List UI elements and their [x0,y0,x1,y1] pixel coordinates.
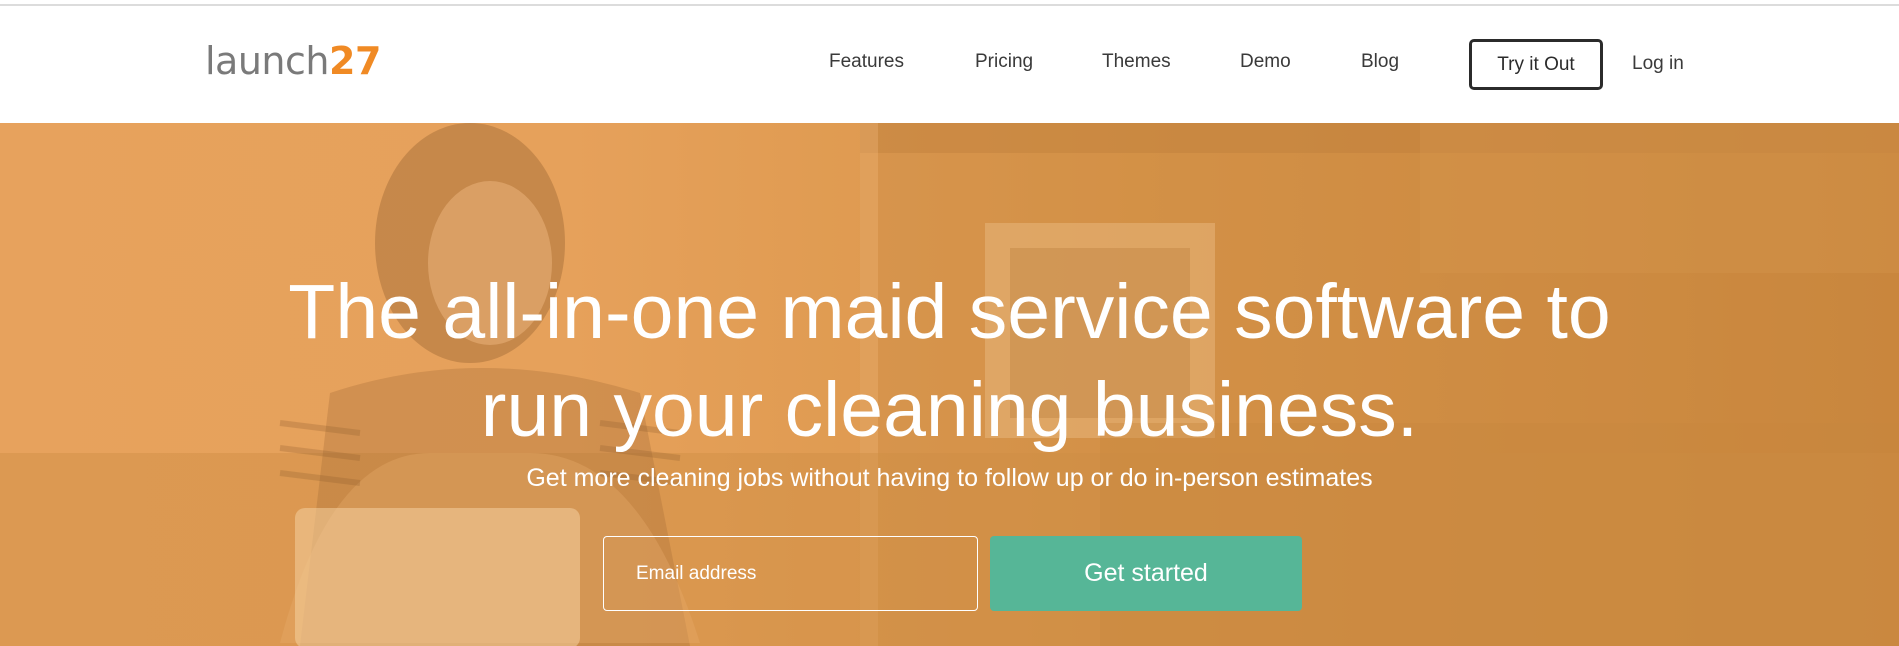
hero-headline-line2: run your cleaning business. [480,367,1419,453]
logo-word: launch [205,39,330,83]
get-started-button[interactable]: Get started [990,536,1302,611]
try-it-out-button[interactable]: Try it Out [1469,39,1603,90]
hero-subheadline: Get more cleaning jobs without having to… [526,464,1373,492]
logo-number: 27 [329,39,381,83]
hero-section: The all-in-one maid service software to … [0,123,1899,646]
navbar: launch27 Features Pricing Themes Demo Bl… [0,6,1899,123]
nav-themes[interactable]: Themes [1102,51,1171,73]
nav-pricing[interactable]: Pricing [975,51,1033,73]
login-link[interactable]: Log in [1632,53,1684,75]
hero-headline: The all-in-one maid service software to … [0,263,1899,459]
nav-demo[interactable]: Demo [1240,51,1291,73]
nav-blog[interactable]: Blog [1361,51,1399,73]
email-input[interactable] [603,536,978,611]
nav-features[interactable]: Features [829,51,904,73]
launch27-logo[interactable]: launch27 [205,39,381,83]
hero-headline-line1: The all-in-one maid service software to [288,269,1611,355]
